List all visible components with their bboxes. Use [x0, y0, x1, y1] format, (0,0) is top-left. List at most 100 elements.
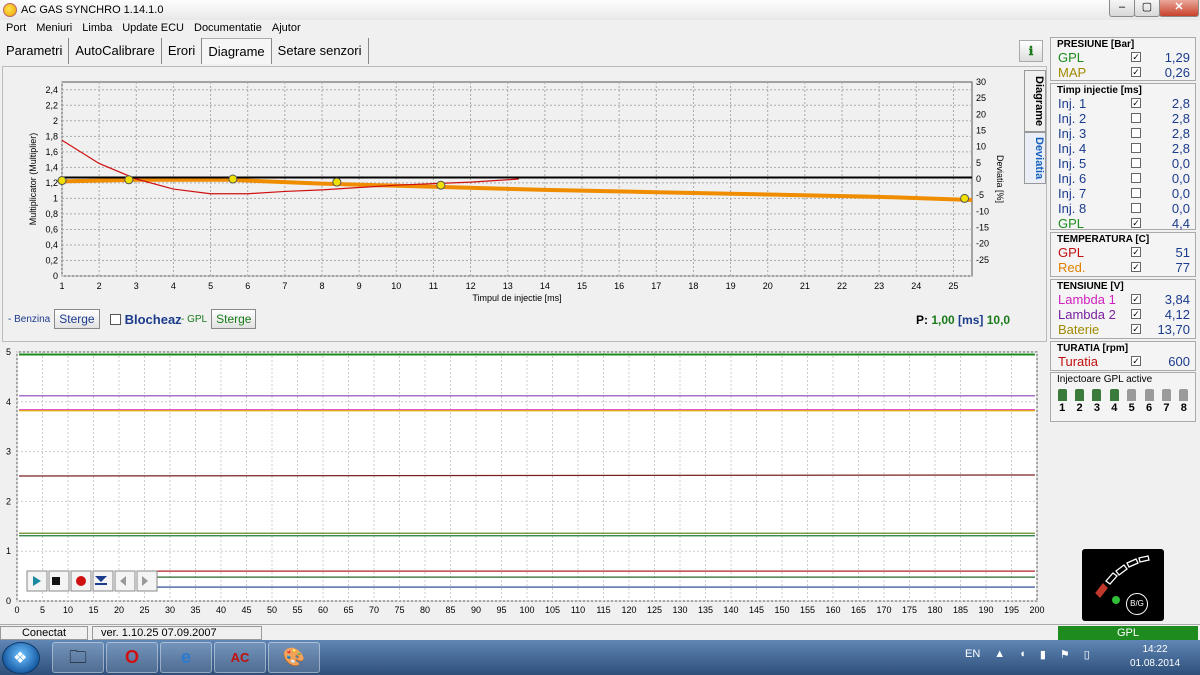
- paint-icon[interactable]: 🎨: [268, 642, 320, 673]
- blocheaza-checkbox[interactable]: [109, 313, 121, 325]
- side-tab-diagrame[interactable]: Diagrame: [1024, 70, 1046, 132]
- injector-number: 4: [1111, 402, 1118, 414]
- language-indicator[interactable]: EN: [965, 648, 980, 661]
- microphone-icon[interactable]: ℹ: [1019, 40, 1043, 62]
- calibration-point: [57, 176, 67, 186]
- y2-tick-label: 0: [976, 174, 981, 184]
- download-button[interactable]: [92, 570, 114, 592]
- close-button[interactable]: ✕: [1159, 0, 1199, 17]
- menu-documentatie[interactable]: Documentatie: [194, 20, 262, 36]
- temperatura-gpl-checkbox[interactable]: ✓: [1131, 247, 1141, 257]
- injector-4-indicator: 4: [1107, 389, 1121, 414]
- tensiune-baterie-checkbox[interactable]: ✓: [1131, 324, 1141, 334]
- menu-limba[interactable]: Limba: [82, 20, 112, 36]
- presiune-map-checkbox[interactable]: ✓: [1131, 67, 1141, 77]
- battery-icon[interactable]: ▯: [1084, 648, 1090, 661]
- timp-injectie-checkbox[interactable]: [1131, 203, 1141, 213]
- x-tick-label: 19: [726, 281, 736, 291]
- x-tick-label: 190: [978, 605, 993, 615]
- y-tick-label: 1: [6, 546, 11, 556]
- turatia-checkbox[interactable]: ✓: [1131, 356, 1141, 366]
- tab-parametri[interactable]: Parametri: [0, 38, 70, 64]
- x-axis-title: Timpul de injectie [ms]: [472, 293, 561, 303]
- x-tick-label: 22: [837, 281, 847, 291]
- injector-number: 2: [1076, 402, 1083, 414]
- clock[interactable]: 14:22 01.08.2014: [1125, 643, 1185, 671]
- record-icon: [76, 576, 86, 586]
- timp-injectie-checkbox[interactable]: [1131, 143, 1141, 153]
- x-tick-label: 165: [851, 605, 866, 615]
- volume-icon[interactable]: ◖: [1019, 648, 1026, 661]
- network-icon[interactable]: ▮: [1040, 648, 1046, 661]
- x-tick-label: 17: [651, 281, 661, 291]
- tab-erori[interactable]: Erori: [161, 38, 203, 64]
- menu-ajutor[interactable]: Ajutor: [272, 20, 301, 36]
- x-tick-label: 105: [545, 605, 560, 615]
- internet-explorer-icon[interactable]: e: [160, 642, 212, 673]
- tray-arrow-icon[interactable]: ▲: [994, 648, 1005, 661]
- maximize-button[interactable]: ▢: [1134, 0, 1160, 17]
- p-value2: 10,0: [986, 313, 1011, 327]
- timp-injectie-value: 4,4: [1171, 216, 1190, 231]
- y-tick-label: 1: [53, 193, 58, 203]
- bg-toggle-button[interactable]: B/G: [1126, 593, 1148, 615]
- temperatura-red-checkbox[interactable]: ✓: [1131, 262, 1141, 272]
- menu-update-ecu[interactable]: Update ECU: [122, 20, 184, 36]
- tensiune-lambda1-label: Lambda 1: [1058, 292, 1116, 307]
- presiune-gpl-row: GPL ✓ 1,29: [1051, 50, 1195, 65]
- menu-port[interactable]: Port: [6, 20, 26, 36]
- tensiune-baterie-label: Baterie: [1058, 322, 1100, 337]
- x-tick-label: 20: [763, 281, 773, 291]
- gpl-legend: - GPL: [181, 313, 208, 325]
- start-button[interactable]: [2, 642, 40, 674]
- title-bar: AC GAS SYNCHRO 1.14.1.0 – ▢ ✕: [0, 0, 1200, 20]
- x-tick-label: 21: [800, 281, 810, 291]
- timp-injectie-checkbox[interactable]: [1131, 128, 1141, 138]
- flag-icon[interactable]: ⚑: [1060, 648, 1070, 661]
- p-readout: P: 1,00 [ms] 10,0: [916, 313, 1010, 327]
- y2-tick-label: -25: [976, 255, 989, 265]
- timp-injectie-checkbox[interactable]: [1131, 188, 1141, 198]
- opera-icon[interactable]: O: [106, 642, 158, 673]
- tab-setare-senzori[interactable]: Setare senzori: [271, 38, 369, 64]
- tensiune-lambda2-checkbox[interactable]: ✓: [1131, 309, 1141, 319]
- x-tick-label: 60: [318, 605, 328, 615]
- turatia-title: TURATIA [rpm]: [1057, 343, 1129, 354]
- tensiune-lambda1-checkbox[interactable]: ✓: [1131, 294, 1141, 304]
- sterge-benzina-button[interactable]: Sterge: [54, 309, 100, 329]
- injector-icon: [1127, 389, 1137, 401]
- windows-explorer-icon[interactable]: 🗀: [52, 642, 104, 673]
- injector-number: 7: [1163, 402, 1170, 414]
- timp-injectie-checkbox[interactable]: ✓: [1131, 98, 1141, 108]
- tab-autocalibrare[interactable]: AutoCalibrare: [69, 38, 162, 64]
- menu-meniuri[interactable]: Meniuri: [36, 20, 72, 36]
- presiune-gpl-checkbox[interactable]: ✓: [1131, 52, 1141, 62]
- timp-injectie-checkbox[interactable]: [1131, 113, 1141, 123]
- x-tick-label: 23: [874, 281, 884, 291]
- fuel-gauge: B/G: [1082, 549, 1164, 621]
- timp-injectie-value: 0,0: [1171, 171, 1190, 186]
- y-tick-label: 1,6: [45, 147, 58, 157]
- x-tick-label: 130: [672, 605, 687, 615]
- minimize-button[interactable]: –: [1109, 0, 1135, 17]
- timp-injectie-row: Inj. 3 2,8: [1051, 126, 1195, 141]
- injector-icon: [1057, 389, 1067, 401]
- x-tick-label: 160: [825, 605, 840, 615]
- sterge-gpl-button[interactable]: Sterge: [211, 309, 257, 329]
- x-tick-label: 14: [540, 281, 550, 291]
- timp-injectie-checkbox[interactable]: [1131, 173, 1141, 183]
- app-logo-icon: [3, 3, 17, 17]
- injector-2-indicator: 2: [1072, 389, 1086, 414]
- timp-injectie-value: 0,0: [1171, 186, 1190, 201]
- injector-number: 3: [1093, 402, 1100, 414]
- timp-injectie-checkbox[interactable]: ✓: [1131, 218, 1141, 228]
- tab-diagrame[interactable]: Diagrame: [202, 38, 272, 64]
- x-tick-label: 120: [621, 605, 636, 615]
- ac-gas-icon[interactable]: AC: [214, 642, 266, 673]
- x-tick-label: 5: [40, 605, 45, 615]
- timp-injectie-label: Inj. 3: [1058, 126, 1087, 141]
- presiune-gpl-label: GPL: [1058, 50, 1085, 65]
- timp-injectie-label: Inj. 1: [1058, 96, 1087, 111]
- timp-injectie-checkbox[interactable]: [1131, 158, 1141, 168]
- side-tab-deviatia[interactable]: Deviatia: [1024, 132, 1046, 184]
